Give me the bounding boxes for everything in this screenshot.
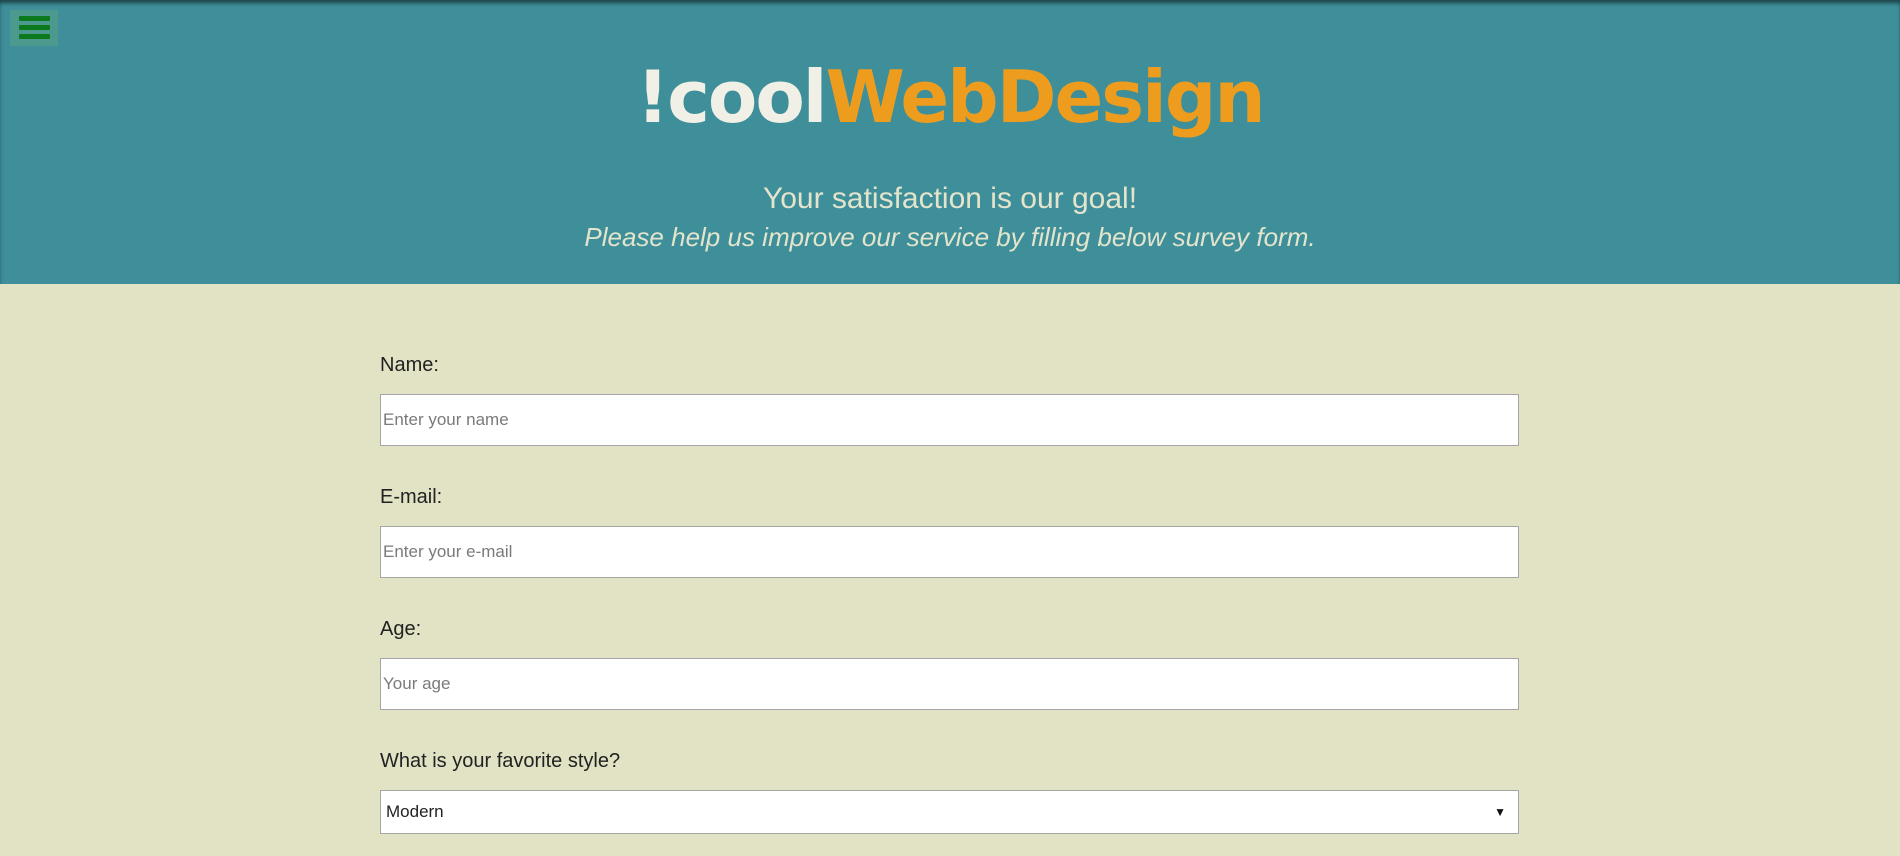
favorite-style-select[interactable]: Modern ▼ — [380, 790, 1519, 834]
name-label: Name: — [380, 354, 439, 376]
logo-text-cool: !cool — [636, 55, 827, 139]
email-label: E-mail: — [380, 486, 443, 508]
favorite-style-selected-value: Modern — [386, 802, 444, 821]
dropdown-arrow-icon: ▼ — [1494, 805, 1506, 819]
email-input[interactable] — [380, 526, 1519, 578]
name-input[interactable] — [380, 394, 1519, 446]
age-input[interactable] — [380, 658, 1519, 710]
favorite-style-label: What is your favorite style? — [380, 750, 621, 772]
survey-form: Name: E-mail: Age: What is your favorite… — [380, 350, 1519, 834]
age-label: Age: — [380, 618, 422, 640]
logo: !coolWebDesign — [0, 52, 1900, 142]
logo-text-webdesign: WebDesign — [825, 55, 1265, 139]
page-subline: Please help us improve our service by fi… — [584, 222, 1316, 252]
page-tagline: Your satisfaction is our goal! — [762, 182, 1138, 215]
page-header: !coolWebDesign Your satisfaction is our … — [0, 0, 1900, 284]
menu-button[interactable] — [10, 10, 58, 46]
